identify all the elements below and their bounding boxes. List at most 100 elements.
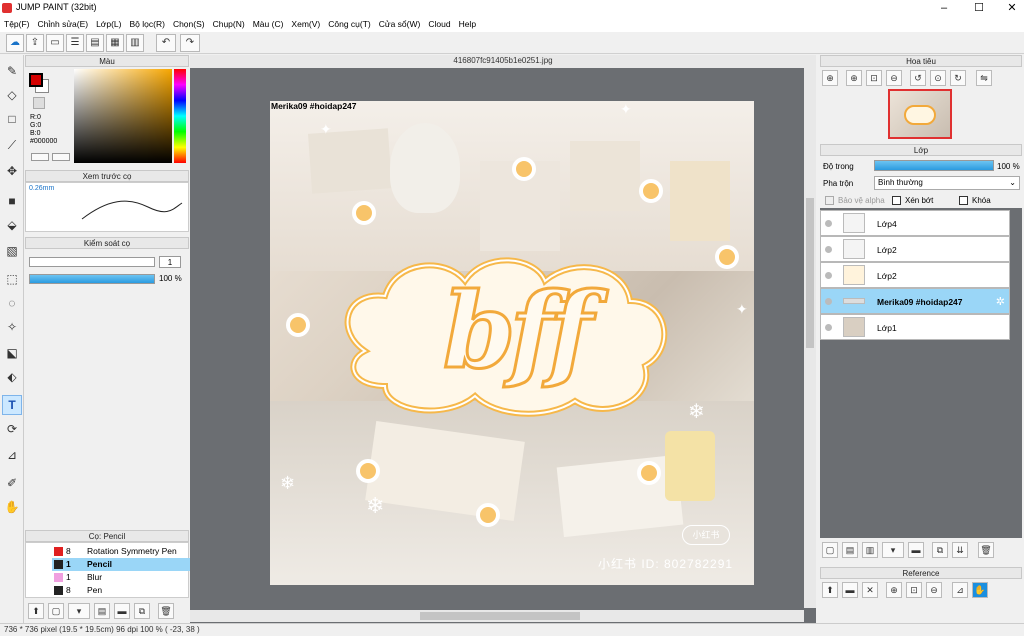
menu-cloud[interactable]: Cloud (424, 16, 454, 29)
layer-delete-icon[interactable]: 🗑 (978, 542, 994, 558)
page-icon[interactable]: ▤ (86, 34, 104, 52)
text-tool-icon[interactable]: T (2, 395, 22, 415)
layer-item[interactable]: Lớp1 (820, 314, 1010, 340)
layer-item[interactable]: Lớp4 (820, 210, 1010, 236)
clip-checkbox[interactable] (892, 196, 901, 205)
brush-duplicate-icon[interactable]: ⧉ (134, 603, 150, 619)
menu-window[interactable]: Cửa sổ(W) (375, 16, 425, 29)
visibility-icon[interactable] (825, 246, 832, 253)
lock-checkbox[interactable] (959, 196, 968, 205)
saturation-value-picker[interactable] (74, 69, 172, 163)
grid-icon[interactable]: ▥ (126, 34, 144, 52)
reference-zoom-in-icon[interactable]: ⊕ (886, 582, 902, 598)
layer-folder-icon[interactable]: ▬ (908, 542, 924, 558)
reset-rotate-icon[interactable]: ⊙ (930, 70, 946, 86)
brush-size-input[interactable]: 1 (159, 256, 181, 268)
brush-new-icon[interactable]: ▢ (48, 603, 64, 619)
visibility-icon[interactable] (825, 298, 832, 305)
color-swap-button[interactable] (52, 153, 70, 161)
close-icon[interactable]: ✕ (998, 0, 1024, 16)
export-icon[interactable]: ⇪ (26, 34, 44, 52)
menu-select[interactable]: Chọn(S) (169, 16, 209, 29)
message-icon[interactable]: ☰ (66, 34, 84, 52)
dropper-rotate-icon[interactable]: ⟳ (2, 419, 22, 439)
blend-mode-select[interactable]: Bình thường ⌄ (874, 176, 1020, 190)
reference-close-icon[interactable]: ✕ (862, 582, 878, 598)
menu-file[interactable]: Tệp(F) (0, 16, 34, 29)
brush-copy-icon[interactable]: ▤ (94, 603, 110, 619)
menu-tools[interactable]: Công cụ(T) (324, 16, 375, 29)
cloud-icon[interactable]: ☁ (6, 34, 24, 52)
vertical-scrollbar[interactable] (804, 68, 816, 608)
gradient-icon[interactable]: ▧ (2, 241, 22, 261)
protect-alpha-checkbox[interactable] (825, 196, 834, 205)
flip-icon[interactable]: ⇋ (976, 70, 992, 86)
navigator-thumbnail[interactable] (888, 89, 952, 139)
list-icon[interactable]: ▦ (106, 34, 124, 52)
layer-item[interactable]: Lớp2 (820, 236, 1010, 262)
brush-item[interactable]: 8 Pen (52, 584, 202, 597)
select-eraser-icon[interactable]: ⬖ (2, 367, 22, 387)
pen-icon[interactable]: ✐ (2, 473, 22, 493)
brush-item[interactable]: 1 Blur (52, 571, 202, 584)
select-rect-icon[interactable]: ⬚ (2, 269, 22, 289)
move-tool-icon[interactable]: ✥ (2, 161, 22, 181)
reference-zoom-out-icon[interactable]: ⊖ (926, 582, 942, 598)
minimize-icon[interactable]: – (930, 0, 958, 16)
layer-duplicate-icon[interactable]: ⧉ (932, 542, 948, 558)
comment-icon[interactable]: ▭ (46, 34, 64, 52)
menu-filter[interactable]: Bộ lọc(R) (126, 16, 169, 29)
bucket-icon[interactable]: ⬙ (2, 215, 22, 235)
reference-open-icon[interactable]: ▬ (842, 582, 858, 598)
vertical-scroll-thumb[interactable] (806, 198, 814, 348)
settings-icon[interactable]: ✲ (996, 295, 1005, 308)
reference-hand-icon[interactable]: ✋ (972, 582, 988, 598)
new-layer-8bit-icon[interactable]: ▤ (842, 542, 858, 558)
hand-tool-icon[interactable]: ✋ (2, 497, 22, 517)
brush-size-slider[interactable] (29, 257, 155, 267)
undo-icon[interactable]: ↶ (156, 34, 176, 52)
horizontal-scroll-thumb[interactable] (420, 612, 580, 620)
transparent-swatch[interactable] (33, 97, 45, 109)
layer-opacity-slider[interactable] (874, 160, 994, 171)
menu-help[interactable]: Help (455, 16, 480, 29)
brush-item[interactable]: 8 Rotation Symmetry Pen (52, 545, 202, 558)
brush-opacity-slider[interactable] (29, 274, 155, 284)
eyedropper-icon[interactable]: ⊿ (2, 445, 22, 465)
fit-icon[interactable]: ⊡ (866, 70, 882, 86)
brush-folder-icon[interactable]: ▬ (114, 603, 130, 619)
lasso-icon[interactable]: ◌ (2, 293, 22, 313)
reference-fit-icon[interactable]: ⊡ (906, 582, 922, 598)
layer-merge-icon[interactable]: ⇊ (952, 542, 968, 558)
rectangle-select-icon[interactable]: □ (2, 109, 22, 129)
brush-upload-icon[interactable]: ⬆ (28, 603, 44, 619)
line-tool-icon[interactable]: ⟋ (2, 135, 22, 155)
fill-rect-icon[interactable]: ■ (2, 191, 22, 211)
menu-edit[interactable]: Chỉnh sửa(E) (34, 16, 93, 29)
zoom-in-icon[interactable]: ⊕ (822, 70, 838, 86)
layer-item-selected[interactable]: Merika09 #hoidap247 ✲ (820, 288, 1010, 314)
redo-icon[interactable]: ↷ (180, 34, 200, 52)
select-pen-icon[interactable]: ⬕ (2, 343, 22, 363)
canvas-image[interactable]: bff ✦ ✦ ❄ ❄ ❄ ✦ Merika09 #hoidap247 小红书 … (270, 101, 754, 585)
layer-item[interactable]: Lớp2 (820, 262, 1010, 288)
rotate-left-icon[interactable]: ↺ (910, 70, 926, 86)
foreground-color-swatch[interactable] (29, 73, 43, 87)
hue-slider[interactable] (174, 69, 186, 163)
menu-view[interactable]: Xem(V) (287, 16, 324, 29)
brush-add-menu-icon[interactable]: ▾ (68, 603, 90, 619)
eraser-tool-icon[interactable]: ◇ (2, 85, 22, 105)
menu-color[interactable]: Màu (C) (249, 16, 288, 29)
color-mode-button[interactable] (31, 153, 49, 161)
brush-item-selected[interactable]: 1Pencil✲ (52, 558, 202, 571)
horizontal-scrollbar[interactable] (190, 610, 804, 622)
reference-upload-icon[interactable]: ⬆ (822, 582, 838, 598)
zoom-in-alt-icon[interactable]: ⊕ (846, 70, 862, 86)
zoom-out-icon[interactable]: ⊖ (886, 70, 902, 86)
new-layer-icon[interactable]: ▢ (822, 542, 838, 558)
new-layer-1bit-icon[interactable]: ▥ (862, 542, 878, 558)
menu-capture[interactable]: Chụp(N) (209, 16, 249, 29)
brush-tool-icon[interactable]: ✎ (2, 61, 22, 81)
visibility-icon[interactable] (825, 324, 832, 331)
reference-dropper-icon[interactable]: ⊿ (952, 582, 968, 598)
